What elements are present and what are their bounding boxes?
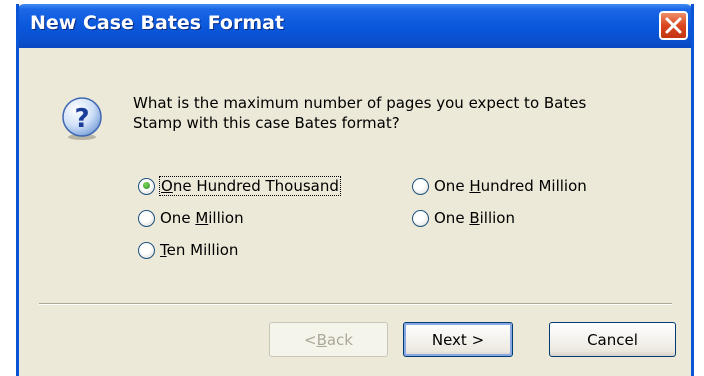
radio-button[interactable] <box>412 209 429 227</box>
svg-text:?: ? <box>74 104 89 134</box>
radio-label-one-hundred-thousand: One Hundred Thousand <box>159 176 341 196</box>
prompt-line-2: Stamp with this case Bates format? <box>133 114 400 132</box>
next-button[interactable]: Next > <box>403 322 513 357</box>
separator-highlight <box>39 304 672 305</box>
radio-button[interactable] <box>138 241 155 259</box>
radio-one-hundred-million[interactable]: One Hundred Million <box>412 177 587 195</box>
back-button-suffix: ack <box>326 330 353 349</box>
cancel-button-label: Cancel <box>587 330 638 349</box>
next-button-label: Next > <box>431 330 485 349</box>
radio-one-billion[interactable]: One Billion <box>412 209 515 227</box>
back-button-access-key: B <box>316 330 327 349</box>
radio-label-one-hundred-million: One Hundred Million <box>434 177 587 195</box>
prompt-line-1: What is the maximum number of pages you … <box>133 94 587 112</box>
dialog-window: New Case Bates Format ? What is the maxi… <box>16 4 694 376</box>
radio-ten-million[interactable]: Ten Million <box>138 241 238 259</box>
radio-button[interactable] <box>138 209 155 227</box>
radio-button-selected[interactable] <box>138 177 155 195</box>
radio-label-ten-million: Ten Million <box>160 241 239 259</box>
radio-one-million[interactable]: One Million <box>138 209 244 227</box>
cancel-button[interactable]: Cancel <box>549 322 676 357</box>
back-button[interactable]: < Back <box>269 322 388 357</box>
question-icon: ? <box>62 97 102 140</box>
radio-button[interactable] <box>412 177 429 195</box>
close-icon <box>665 17 682 34</box>
radio-label-one-billion: One Billion <box>434 209 515 227</box>
prompt-text: What is the maximum number of pages you … <box>133 93 653 133</box>
close-button[interactable] <box>659 11 688 40</box>
back-button-prefix: < <box>303 330 317 349</box>
dialog-title: New Case Bates Format <box>30 12 285 34</box>
radio-one-hundred-thousand[interactable]: One Hundred Thousand <box>138 176 341 196</box>
radio-label-one-million: One Million <box>160 209 244 227</box>
title-bar[interactable]: New Case Bates Format <box>19 4 691 48</box>
